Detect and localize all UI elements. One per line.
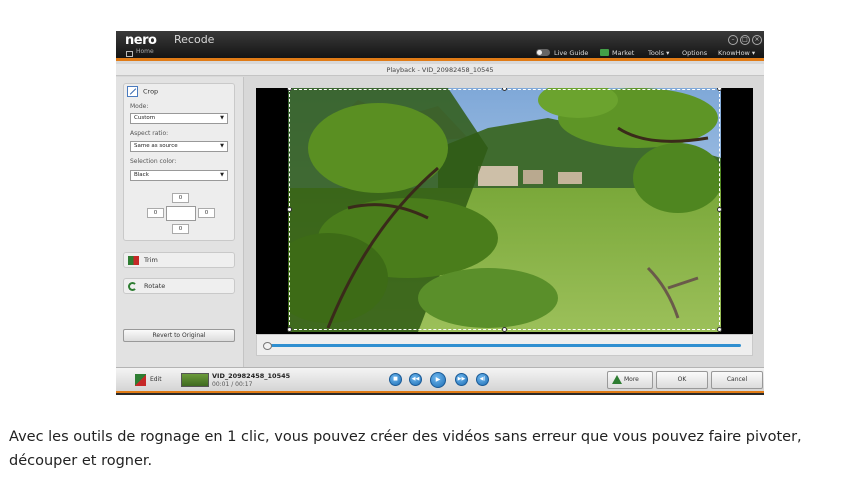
more-label: More — [624, 376, 639, 383]
caption-text: Avec les outils de rognage en 1 clic, vo… — [9, 429, 802, 469]
crop-handle-bottom[interactable] — [502, 327, 507, 332]
playback-title: Playback - VID_20982458_10545 — [116, 64, 764, 76]
market-icon — [600, 49, 609, 56]
crop-section: Crop Mode: Custom ▼ Aspect ratio: Same a… — [123, 83, 235, 241]
home-link[interactable]: Home — [136, 48, 154, 55]
crop-handle-bottom-left[interactable] — [287, 327, 292, 332]
crop-title: Crop — [143, 87, 159, 96]
mode-select-value: Custom — [134, 115, 156, 121]
edit-label[interactable]: Edit — [150, 376, 162, 383]
video-preview[interactable] — [256, 88, 753, 334]
crop-header[interactable]: Crop — [127, 86, 158, 97]
play-icon[interactable]: ▶ — [430, 372, 446, 388]
crop-selection-box[interactable] — [289, 89, 720, 330]
crop-bottom-input[interactable]: 0 — [172, 224, 189, 234]
tools-menu[interactable]: Tools ▾ — [648, 49, 669, 57]
nero-recode-window: nero Recode Home Live Guide Market Tools… — [116, 31, 764, 395]
knowhow-menu[interactable]: KnowHow ▾ — [718, 49, 755, 57]
rewind-icon[interactable]: ◀◀ — [409, 373, 422, 386]
chevron-down-icon: ▼ — [220, 115, 224, 121]
volume-icon[interactable]: ◀) — [476, 373, 489, 386]
fast-forward-icon[interactable]: ▶▶ — [455, 373, 468, 386]
crop-top-input[interactable]: 0 — [172, 193, 189, 203]
timeline-playhead[interactable] — [263, 342, 272, 350]
cancel-button[interactable]: Cancel — [711, 371, 763, 389]
minimize-button[interactable]: – — [728, 35, 738, 45]
rotate-label: Rotate — [144, 282, 166, 290]
trim-button[interactable]: Trim — [123, 252, 235, 268]
live-guide-toggle[interactable] — [536, 49, 550, 56]
timeline-track[interactable] — [267, 344, 741, 347]
mode-select[interactable]: Custom ▼ — [130, 113, 228, 124]
chevron-down-icon: ▼ — [220, 172, 224, 178]
chevron-down-icon: ▼ — [220, 143, 224, 149]
live-guide-link[interactable]: Live Guide — [554, 49, 588, 57]
bottom-accent-bar — [116, 391, 764, 395]
stop-icon[interactable]: ■ — [389, 373, 402, 386]
restore-button[interactable]: □ — [740, 35, 750, 45]
crop-handle-bottom-right[interactable] — [717, 327, 722, 332]
aspect-ratio-label: Aspect ratio: — [130, 130, 169, 137]
selection-color-select[interactable]: Black ▼ — [130, 170, 228, 181]
bottom-toolbar: Edit VID_20982458_10545 00:01 / 00:17 ■ … — [116, 367, 764, 391]
selection-color-label: Selection color: — [130, 158, 177, 165]
trim-label: Trim — [144, 256, 158, 264]
rotate-button[interactable]: Rotate — [123, 278, 235, 294]
clip-time: 00:01 / 00:17 — [212, 381, 253, 388]
clip-name: VID_20982458_10545 — [212, 372, 291, 380]
home-icon[interactable] — [126, 51, 133, 57]
trim-icon — [128, 255, 139, 265]
close-button[interactable]: × — [752, 35, 762, 45]
crop-right-input[interactable]: 0 — [198, 208, 215, 218]
revert-to-original-button[interactable]: Revert to Original — [123, 329, 235, 342]
title-bar: nero Recode Home Live Guide Market Tools… — [116, 31, 764, 61]
clip-thumbnail[interactable] — [181, 373, 209, 387]
timeline[interactable] — [256, 334, 753, 356]
app-title: Recode — [174, 33, 215, 46]
ok-button[interactable]: OK — [656, 371, 708, 389]
crop-preview-box — [166, 206, 196, 221]
edit-icon[interactable] — [135, 374, 146, 386]
mode-label: Mode: — [130, 103, 149, 110]
crop-handle-left[interactable] — [287, 207, 292, 212]
rotate-icon — [128, 281, 137, 291]
selection-color-value: Black — [134, 172, 149, 178]
left-panel: Crop Mode: Custom ▼ Aspect ratio: Same a… — [116, 77, 244, 367]
crop-icon — [127, 86, 138, 97]
more-button[interactable]: More — [607, 371, 653, 389]
nero-logo: nero — [125, 33, 157, 48]
aspect-ratio-select[interactable]: Same as source ▼ — [130, 141, 228, 152]
crop-handle-top-right[interactable] — [717, 88, 722, 91]
crop-handle-right[interactable] — [717, 207, 722, 212]
aspect-ratio-value: Same as source — [134, 143, 178, 149]
crop-left-input[interactable]: 0 — [147, 208, 164, 218]
arrow-up-icon — [612, 375, 622, 384]
options-menu[interactable]: Options — [682, 49, 707, 57]
market-link[interactable]: Market — [612, 49, 634, 57]
